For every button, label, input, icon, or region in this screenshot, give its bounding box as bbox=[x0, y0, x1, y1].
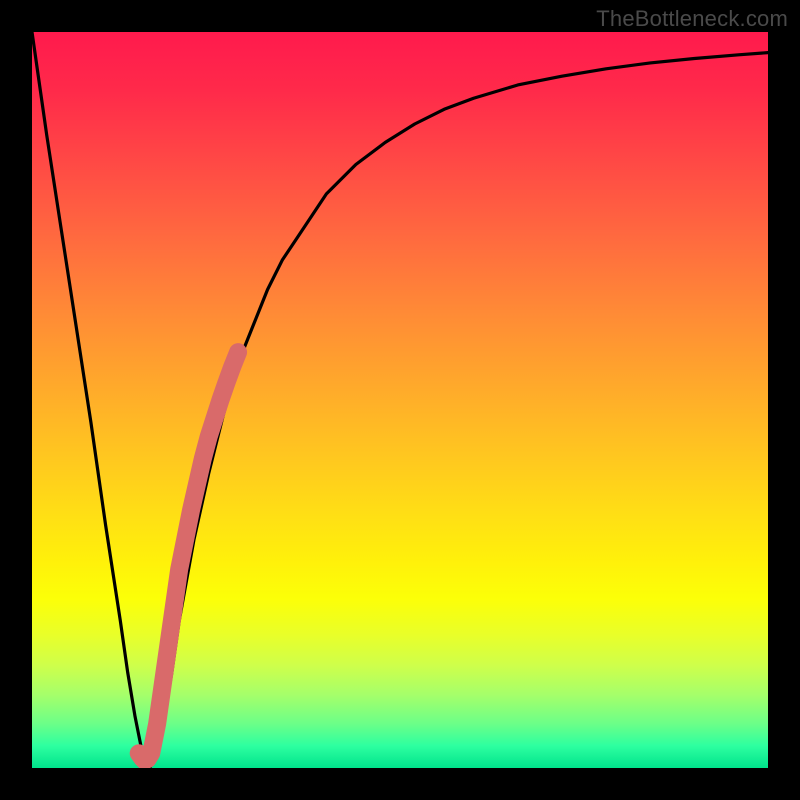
chart-frame: TheBottleneck.com bbox=[0, 0, 800, 800]
highlight-segment bbox=[139, 352, 238, 760]
plot-area bbox=[32, 32, 768, 768]
watermark-text: TheBottleneck.com bbox=[596, 6, 788, 32]
bottleneck-curve bbox=[32, 32, 768, 768]
chart-overlay bbox=[32, 32, 768, 768]
